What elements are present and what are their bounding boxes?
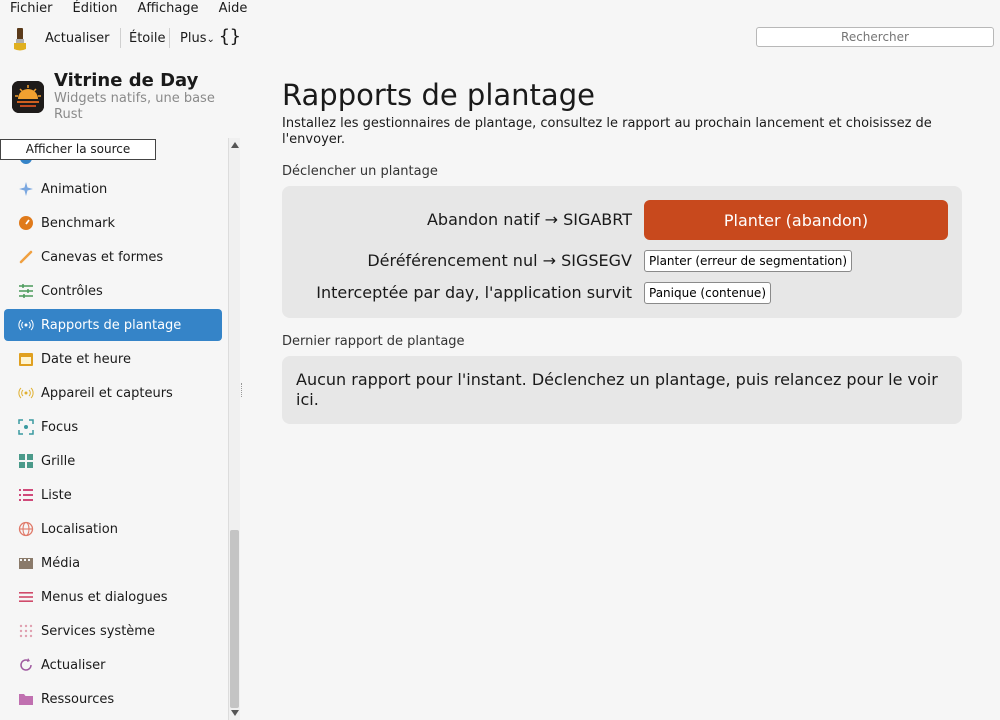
page-description: Installez les gestionnaires de plantage,… bbox=[282, 116, 932, 147]
sidebar-item-label: Date et heure bbox=[41, 351, 131, 367]
globe-icon bbox=[18, 521, 34, 537]
trigger-card: Abandon natif → SIGABRT Planter (abandon… bbox=[282, 186, 962, 318]
more-button[interactable]: Plus⌄ bbox=[180, 30, 215, 48]
menu-file[interactable]: Fichier bbox=[0, 0, 63, 17]
view-source-button[interactable]: {} bbox=[219, 26, 241, 48]
sunset-logo-icon bbox=[12, 81, 44, 113]
sidebar-item-label: Benchmark bbox=[41, 215, 116, 231]
crash-segfault-button[interactable]: Planter (erreur de segmentation) bbox=[644, 250, 853, 272]
film-icon bbox=[18, 555, 34, 571]
sidebar-item-label: Actualiser bbox=[41, 657, 106, 673]
pane-resize-handle[interactable] bbox=[241, 383, 244, 397]
report-section-label: Dernier rapport de plantage bbox=[282, 334, 465, 349]
app-subtitle: Widgets natifs, une base Rust bbox=[54, 91, 215, 122]
sidebar-item-label: Ressources bbox=[41, 691, 115, 707]
paintbrush-icon bbox=[14, 28, 26, 51]
folder-icon bbox=[18, 691, 34, 707]
focus-icon bbox=[18, 419, 34, 435]
sidebar-item-system-services[interactable]: Services système bbox=[4, 615, 222, 647]
abort-row-label: Abandon natif → SIGABRT bbox=[426, 210, 632, 229]
sidebar-item-label: Liste bbox=[41, 487, 72, 503]
menu-help[interactable]: Aide bbox=[209, 0, 258, 17]
scroll-down-arrow-icon[interactable] bbox=[231, 710, 239, 716]
sidebar-item-animation[interactable]: Animation bbox=[4, 173, 222, 205]
sidebar-item-label: Média bbox=[41, 555, 81, 571]
menu-view[interactable]: Affichage bbox=[127, 0, 208, 17]
sidebar-list: Animation Benchmark Canevas et formes Co… bbox=[0, 138, 228, 720]
brush-icon bbox=[18, 249, 34, 265]
sidebar-item-grid[interactable]: Grille bbox=[4, 445, 222, 477]
dots-grid-icon bbox=[18, 623, 34, 639]
segfault-row-label: Déréférencement nul → SIGSEGV bbox=[367, 251, 632, 270]
sidebar-item-crash-reports[interactable]: Rapports de plantage bbox=[4, 309, 222, 341]
sidebar-item-date-time[interactable]: Date et heure bbox=[4, 343, 222, 375]
menu-bar: Fichier Édition Affichage Aide bbox=[0, 0, 1000, 17]
list-icon bbox=[18, 487, 34, 503]
sidebar-item-label: Canevas et formes bbox=[41, 249, 164, 265]
sidebar-item-focus[interactable]: Focus bbox=[4, 411, 222, 443]
view-source-tooltip: Afficher la source bbox=[0, 139, 156, 160]
sidebar-item-device-sensors[interactable]: Appareil et capteurs bbox=[4, 377, 222, 409]
refresh-button[interactable]: Actualiser bbox=[45, 30, 109, 47]
star-button[interactable]: Étoile bbox=[129, 30, 166, 47]
sidebar-item-menus-dialogs[interactable]: Menus et dialogues bbox=[4, 581, 222, 613]
menu-edit[interactable]: Édition bbox=[63, 0, 128, 17]
sidebar-item-label: Appareil et capteurs bbox=[41, 385, 173, 401]
sidebar-item-label: Contrôles bbox=[41, 283, 103, 299]
crash-abort-button[interactable]: Planter (abandon) bbox=[644, 200, 948, 240]
toolbar-divider bbox=[120, 28, 121, 48]
more-label: Plus bbox=[180, 31, 207, 46]
report-card: Aucun rapport pour l'instant. Déclenchez… bbox=[282, 356, 962, 424]
sidebar-item-media[interactable]: Média bbox=[4, 547, 222, 579]
refresh-icon bbox=[18, 657, 34, 673]
sidebar-item-label: Rapports de plantage bbox=[41, 317, 182, 333]
signal-icon bbox=[18, 385, 34, 401]
sparkle-icon bbox=[18, 181, 34, 197]
sidebar-item-controls[interactable]: Contrôles bbox=[4, 275, 222, 307]
sidebar-item-resources[interactable]: Ressources bbox=[4, 683, 222, 715]
sidebar-item-label: Focus bbox=[41, 419, 79, 435]
search-input[interactable] bbox=[756, 27, 994, 47]
sidebar-item-benchmark[interactable]: Benchmark bbox=[4, 207, 222, 239]
sidebar-item-localization[interactable]: Localisation bbox=[4, 513, 222, 545]
sidebar-item-label: Grille bbox=[41, 453, 76, 469]
toolbar-divider bbox=[169, 28, 170, 48]
sidebar-item-label: Menus et dialogues bbox=[41, 589, 168, 605]
grid-icon bbox=[18, 453, 34, 469]
sidebar-item-label: Animation bbox=[41, 181, 108, 197]
sidebar-scrollbar[interactable] bbox=[228, 138, 240, 720]
scroll-up-arrow-icon[interactable] bbox=[231, 142, 239, 148]
sidebar-item-label: Services système bbox=[41, 623, 155, 639]
sidebar-item-refresh[interactable]: Actualiser bbox=[4, 649, 222, 681]
trigger-section-label: Déclencher un plantage bbox=[282, 164, 438, 179]
menu-icon bbox=[18, 589, 34, 605]
scrollbar-thumb[interactable] bbox=[230, 530, 239, 708]
broadcast-icon bbox=[18, 317, 34, 333]
panic-row-label: Interceptée par day, l'application survi… bbox=[316, 283, 632, 302]
calendar-icon bbox=[18, 351, 34, 367]
chevron-down-icon: ⌄ bbox=[206, 34, 215, 45]
report-text: Aucun rapport pour l'instant. Déclenchez… bbox=[296, 370, 938, 409]
sidebar-item-canvas[interactable]: Canevas et formes bbox=[4, 241, 222, 273]
sliders-icon bbox=[18, 283, 34, 299]
sidebar: Animation Benchmark Canevas et formes Co… bbox=[0, 138, 240, 720]
sidebar-item-label: Localisation bbox=[41, 521, 118, 537]
sidebar-item-list[interactable]: Liste bbox=[4, 479, 222, 511]
gauge-icon bbox=[18, 215, 34, 231]
panic-contained-button[interactable]: Panique (contenue) bbox=[644, 282, 771, 304]
app-title: Vitrine de Day bbox=[54, 70, 199, 91]
page-title: Rapports de plantage bbox=[282, 78, 595, 112]
